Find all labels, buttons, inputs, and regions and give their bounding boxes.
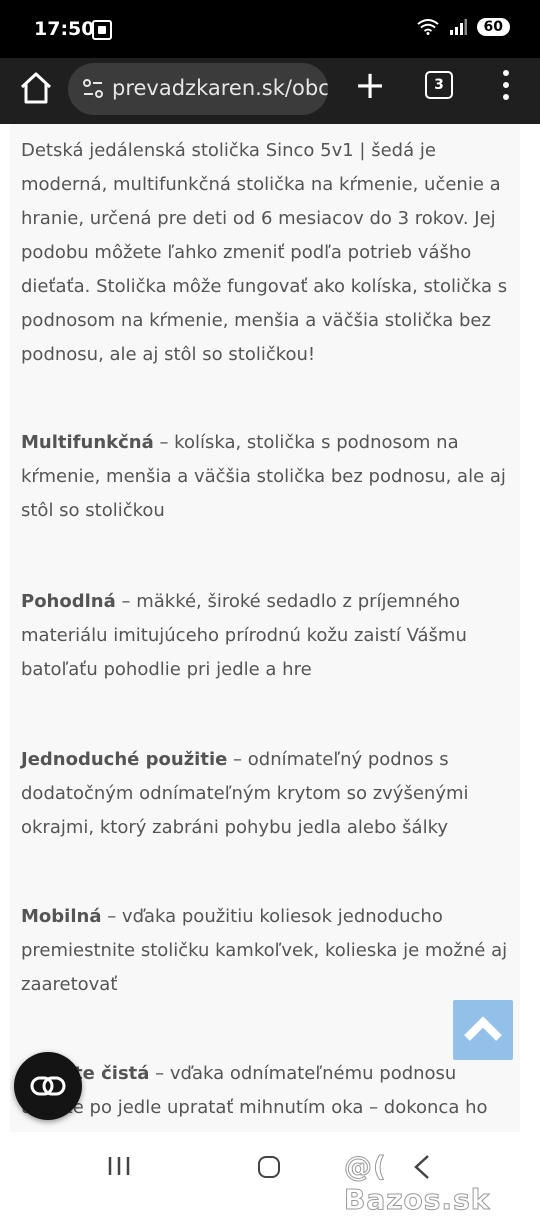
feature-title: Pohodlná — [21, 591, 116, 612]
chevron-up-icon — [464, 1016, 502, 1041]
menu-icon[interactable] — [500, 70, 512, 106]
home-icon[interactable] — [258, 1156, 280, 1178]
status-time: 17:50 — [34, 18, 95, 40]
floating-link-button[interactable] — [14, 1052, 82, 1120]
cast-icon — [92, 20, 112, 40]
feature-title: Jednoduché použitie — [21, 749, 228, 770]
scroll-to-top-button[interactable] — [453, 1000, 513, 1060]
status-icons: 60 — [416, 18, 510, 36]
battery-indicator: 60 — [476, 18, 510, 36]
watermark: @( Bazos.sk — [344, 1150, 491, 1216]
feature-paragraph: Multifunkčná – kolíska, stolička s podno… — [21, 426, 511, 528]
url-text: prevadzkaren.sk/obc — [112, 76, 328, 100]
feature-title: Multifunkčná — [21, 432, 154, 453]
feature-paragraph: Jednoduché použitie – odnímateľný podnos… — [21, 743, 511, 845]
signal-icon — [449, 19, 467, 35]
recent-apps-icon[interactable] — [107, 1156, 133, 1176]
tabs-icon[interactable]: 3 — [425, 71, 453, 99]
site-info-icon[interactable] — [80, 77, 106, 101]
feature-paragraph: Pohodlná – mäkké, široké sedadlo z príje… — [21, 585, 511, 687]
feature-paragraph: Mobilná – vďaka použitiu koliesok jednod… — [21, 900, 511, 1002]
home-icon[interactable] — [16, 68, 56, 108]
address-bar[interactable]: prevadzkaren.sk/obc — [68, 63, 328, 115]
feature-title: Mobilná — [21, 906, 102, 927]
status-bar: 17:50 60 — [0, 0, 540, 58]
wifi-icon — [416, 19, 439, 35]
intro-paragraph: Detská jedálenská stolička Sinco 5v1 | š… — [21, 140, 508, 365]
browser-toolbar: prevadzkaren.sk/obc + 3 — [0, 58, 540, 124]
new-tab-icon[interactable]: + — [352, 66, 388, 104]
link-icon — [30, 1076, 66, 1096]
page-content: Detská jedálenská stolička Sinco 5v1 | š… — [0, 124, 540, 1132]
feature-paragraph: Udržíte čistá – vďaka odnímateľnému podn… — [21, 1057, 511, 1125]
